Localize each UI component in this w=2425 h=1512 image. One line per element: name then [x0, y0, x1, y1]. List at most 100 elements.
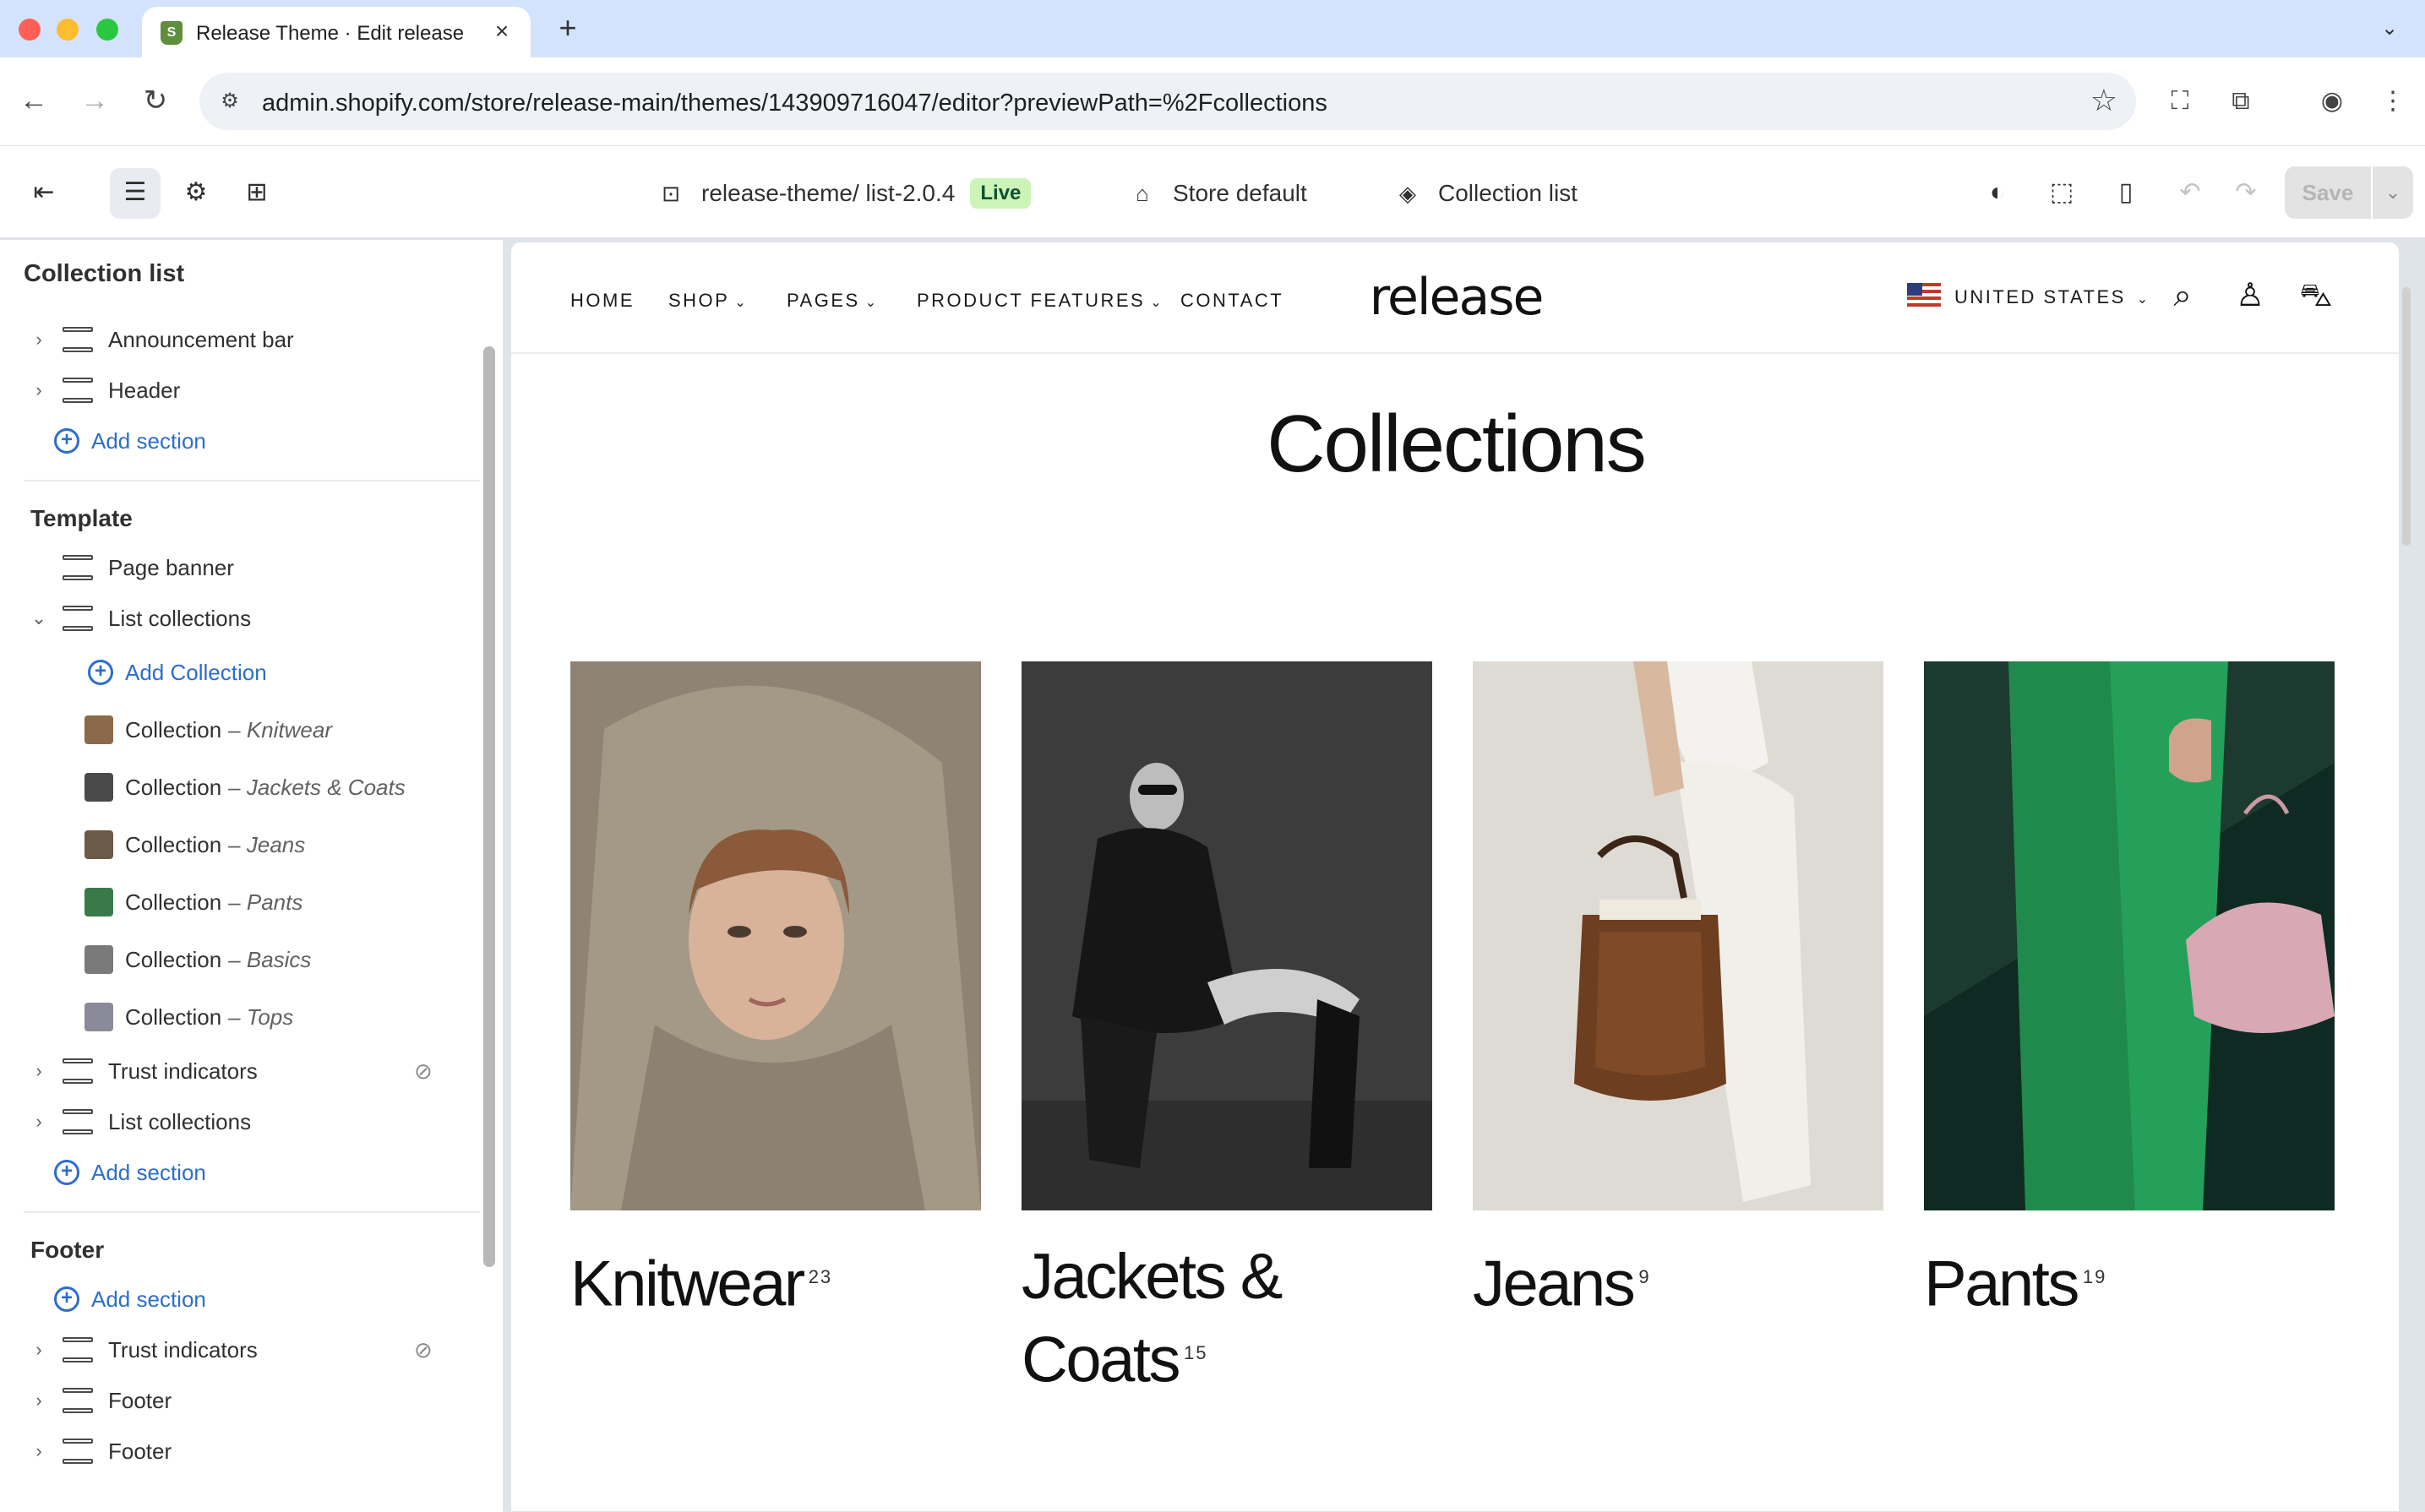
- chevron-right-icon[interactable]: ›: [24, 1339, 54, 1361]
- add-collection-button[interactable]: + Add Collection: [0, 647, 473, 698]
- sidebar-item-header[interactable]: › Header: [0, 365, 473, 416]
- collection-image-pants[interactable]: [1924, 661, 2335, 1210]
- sections-sidebar: Collection list › Announcement bar › Hea…: [0, 240, 504, 1512]
- profile-icon[interactable]: ◉: [2313, 83, 2351, 120]
- close-window-button[interactable]: [19, 19, 41, 41]
- sidebar-item-list-collections[interactable]: ⌄ List collections: [0, 593, 473, 644]
- divider: [24, 1211, 480, 1213]
- collection-thumbnail: [84, 888, 113, 916]
- sections-icon[interactable]: ☰: [110, 168, 161, 219]
- template-icon: ◈: [1399, 181, 1416, 206]
- sidebar-scrollbar[interactable]: [483, 346, 495, 1267]
- sidebar-item-collection-pants[interactable]: Collection – Pants: [0, 877, 473, 927]
- add-collection-label: Add Collection: [125, 659, 267, 685]
- collection-card-jeans[interactable]: Jeans 9: [1473, 661, 1883, 1322]
- us-flag-icon: [1907, 283, 1941, 307]
- sidebar-item-collection-jackets-coats[interactable]: Collection – Jackets & Coats: [0, 762, 473, 813]
- collection-name: – Jackets & Coats: [228, 774, 406, 800]
- minimize-window-button[interactable]: [57, 19, 79, 41]
- collection-title[interactable]: Knitwear 23: [570, 1239, 981, 1322]
- browser-tab[interactable]: S Release Theme · Edit release ×: [142, 7, 531, 57]
- redo-icon[interactable]: ↷: [2221, 168, 2271, 219]
- collection-card-pants[interactable]: Pants 19: [1924, 661, 2335, 1322]
- theme-selector[interactable]: ⊡ release-theme/ list-2.0.4 Live: [656, 175, 1032, 212]
- sidebar-item-label: Footer: [108, 1438, 172, 1464]
- back-button[interactable]: ←: [15, 83, 52, 120]
- mobile-preview-icon[interactable]: ▯: [2101, 168, 2151, 219]
- chevron-right-icon[interactable]: ›: [24, 379, 54, 401]
- url-text[interactable]: admin.shopify.com/store/release-main/the…: [262, 90, 1327, 117]
- sidebar-item-announcement-bar[interactable]: › Announcement bar: [0, 314, 473, 365]
- collection-image-jeans[interactable]: [1473, 661, 1883, 1210]
- account-icon[interactable]: ♙: [2230, 276, 2270, 317]
- maximize-window-button[interactable]: [96, 19, 118, 41]
- template-selector[interactable]: ◈ Collection list: [1392, 175, 1578, 212]
- collection-title-text: Knitwear: [570, 1248, 805, 1320]
- knitwear-photo: [570, 661, 981, 1210]
- sidebar-item-page-banner[interactable]: Page banner: [0, 542, 473, 593]
- collection-name: – Jeans: [228, 831, 306, 857]
- chevron-right-icon[interactable]: ›: [24, 1060, 54, 1082]
- chevron-right-icon[interactable]: ›: [24, 1390, 54, 1411]
- add-section-header-button[interactable]: + Add section: [0, 416, 473, 466]
- sidebar-item-trust-indicators[interactable]: › Trust indicators ⊘: [0, 1046, 473, 1096]
- collection-image-knitwear[interactable]: [570, 661, 981, 1210]
- sidebar-item-footer-2[interactable]: › Footer: [0, 1426, 473, 1477]
- sidebar-item-collection-tops[interactable]: Collection – Tops: [0, 992, 473, 1042]
- add-circle-icon: +: [54, 1286, 79, 1312]
- collection-title[interactable]: Jeans 9: [1473, 1239, 1883, 1322]
- browser-menu-icon[interactable]: ⋮: [2374, 83, 2411, 120]
- pants-photo: [1924, 661, 2335, 1210]
- sidebar-item-footer-trust-indicators[interactable]: › Trust indicators ⊘: [0, 1324, 473, 1375]
- collection-card-knitwear[interactable]: Knitwear 23: [570, 661, 981, 1322]
- save-dropdown-chevron-icon[interactable]: ⌄: [2373, 166, 2413, 219]
- search-icon[interactable]: ⌕: [2162, 276, 2203, 317]
- theme-settings-icon[interactable]: ⚙: [171, 168, 221, 219]
- sidekick-icon[interactable]: ◐: [1972, 168, 2023, 219]
- save-button[interactable]: Save: [2285, 166, 2371, 219]
- collection-card-jackets-coats[interactable]: Jackets & Coats 15: [1022, 661, 1432, 1398]
- add-section-template-button[interactable]: + Add section: [0, 1147, 473, 1198]
- cart-bag-icon[interactable]: ⛍: [2296, 276, 2336, 317]
- extensions-icon[interactable]: ⧉: [2222, 83, 2259, 120]
- reload-button[interactable]: ↻: [137, 83, 174, 120]
- add-section-footer-button[interactable]: + Add section: [0, 1274, 473, 1324]
- section-icon: [63, 1388, 93, 1413]
- screen-capture-icon[interactable]: ⛶: [2161, 83, 2199, 120]
- tab-title: Release Theme · Edit release: [196, 22, 465, 45]
- market-selector[interactable]: ⌂ Store default: [1127, 175, 1307, 212]
- hidden-eye-off-icon[interactable]: ⊘: [414, 1058, 433, 1085]
- sidebar-item-collection-jeans[interactable]: Collection – Jeans: [0, 819, 473, 870]
- exit-icon[interactable]: ⇤: [19, 168, 69, 219]
- chevron-right-icon[interactable]: ›: [24, 329, 54, 351]
- collection-prefix: Collection: [125, 774, 222, 800]
- sidebar-item-list-collections-2[interactable]: › List collections: [0, 1096, 473, 1147]
- collection-title-text-2: Coats: [1022, 1324, 1181, 1396]
- collection-prefix: Collection: [125, 946, 222, 972]
- bookmark-star-icon[interactable]: ☆: [2090, 83, 2117, 118]
- new-tab-button[interactable]: +: [551, 12, 585, 46]
- tab-search-icon[interactable]: ⌄: [2374, 14, 2405, 44]
- collection-title[interactable]: Pants 19: [1924, 1239, 2335, 1322]
- inspector-icon[interactable]: ⬚: [2036, 168, 2087, 219]
- address-bar[interactable]: ⚙ admin.shopify.com/store/release-main/t…: [199, 73, 2136, 130]
- forward-button[interactable]: →: [76, 83, 113, 120]
- chevron-down-icon[interactable]: ⌄: [24, 607, 54, 629]
- collection-image-jackets-coats[interactable]: [1022, 661, 1432, 1210]
- chevron-right-icon[interactable]: ›: [24, 1440, 54, 1462]
- country-selector[interactable]: UNITED STATES ⌄: [1954, 286, 2150, 308]
- app-embeds-icon[interactable]: ⊞: [232, 168, 282, 219]
- section-icon: [63, 606, 93, 631]
- collection-title[interactable]: Jackets & Coats 15: [1022, 1239, 1432, 1398]
- tab-close-icon[interactable]: ×: [488, 19, 515, 46]
- sidebar-item-collection-basics[interactable]: Collection – Basics: [0, 934, 473, 985]
- sidebar-item-footer[interactable]: › Footer: [0, 1375, 473, 1426]
- hidden-eye-off-icon[interactable]: ⊘: [414, 1337, 433, 1363]
- sidebar-item-collection-knitwear[interactable]: Collection – Knitwear: [0, 704, 473, 755]
- site-settings-icon[interactable]: ⚙: [216, 88, 243, 115]
- collection-count: 9: [1638, 1266, 1651, 1287]
- chevron-right-icon[interactable]: ›: [24, 1111, 54, 1133]
- collection-prefix: Collection: [125, 1003, 222, 1030]
- undo-icon[interactable]: ↶: [2165, 168, 2215, 219]
- preview-scrollbar[interactable]: [2402, 287, 2411, 546]
